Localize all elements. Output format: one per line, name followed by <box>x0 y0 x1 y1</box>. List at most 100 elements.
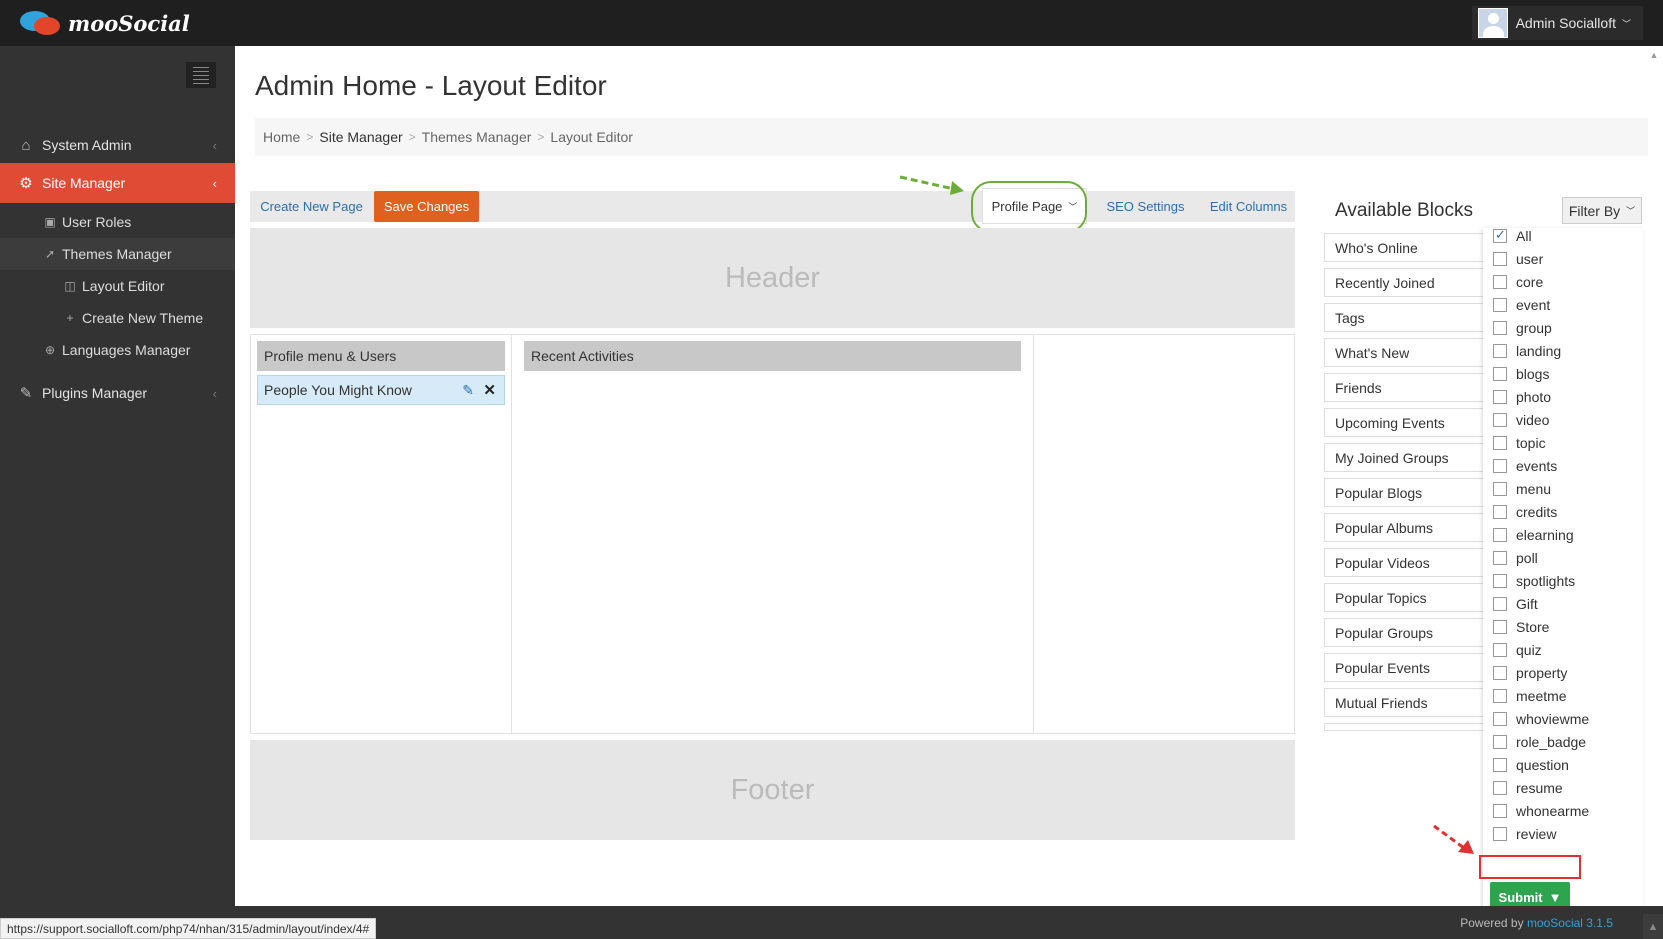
checkbox[interactable] <box>1493 321 1507 335</box>
available-block[interactable]: Tags <box>1324 303 1484 332</box>
highlight-box <box>1479 855 1581 879</box>
scroll-up-arrow-icon[interactable]: ▲ <box>1645 46 1663 64</box>
filter-option-user[interactable]: user <box>1493 248 1543 270</box>
filter-option-meetme[interactable]: meetme <box>1493 685 1567 707</box>
breadcrumb-themes-manager[interactable]: Themes Manager <box>422 129 532 145</box>
sidebar-item-plugins-manager[interactable]: ✎ Plugins Manager ‹ <box>0 373 235 413</box>
block-label: People You Might Know <box>264 382 412 398</box>
available-block[interactable]: Mutual Friends <box>1324 688 1484 717</box>
available-block[interactable]: Popular Events <box>1324 653 1484 682</box>
filter-option-events[interactable]: events <box>1493 455 1557 477</box>
sidebar-item-layout-editor[interactable]: ◫ Layout Editor <box>0 270 235 302</box>
edit-columns-button[interactable]: Edit Columns <box>1202 191 1295 222</box>
filter-option-poll[interactable]: poll <box>1493 547 1538 569</box>
checkbox[interactable] <box>1493 505 1507 519</box>
available-block[interactable]: Popular Blogs <box>1324 478 1484 507</box>
close-icon[interactable]: ✕ <box>483 381 496 399</box>
filter-option-whonearme[interactable]: whonearme <box>1493 800 1589 822</box>
checkbox[interactable] <box>1493 574 1507 588</box>
user-menu[interactable]: Admin Socialloft ﹀ <box>1471 6 1643 40</box>
filter-option-resume[interactable]: resume <box>1493 777 1563 799</box>
filter-by-dropdown[interactable]: Filter By ﹀ <box>1562 197 1642 224</box>
checkbox[interactable] <box>1493 298 1507 312</box>
checkbox[interactable] <box>1493 551 1507 565</box>
available-block[interactable]: Popular Groups <box>1324 618 1484 647</box>
filter-option-label: credits <box>1516 504 1558 520</box>
filter-option-elearning[interactable]: elearning <box>1493 524 1574 546</box>
available-block[interactable]: Popular Topics <box>1324 583 1484 612</box>
checkbox[interactable] <box>1493 436 1507 450</box>
checkbox[interactable] <box>1493 643 1507 657</box>
filter-option-property[interactable]: property <box>1493 662 1567 684</box>
checkbox[interactable] <box>1493 620 1507 634</box>
filter-option-quiz[interactable]: quiz <box>1493 639 1542 661</box>
filter-option-gift[interactable]: Gift <box>1493 593 1538 615</box>
seo-settings-button[interactable]: SEO Settings <box>1093 191 1198 222</box>
filter-option-blogs[interactable]: blogs <box>1493 363 1549 385</box>
filter-option-menu[interactable]: menu <box>1493 478 1551 500</box>
filter-option-credits[interactable]: credits <box>1493 501 1557 523</box>
checkbox[interactable] <box>1493 712 1507 726</box>
filter-option-role-badge[interactable]: role_badge <box>1493 731 1586 753</box>
filter-option-core[interactable]: core <box>1493 271 1543 293</box>
annotation-arrow-icon <box>899 175 964 195</box>
checkbox[interactable] <box>1493 597 1507 611</box>
checkbox[interactable] <box>1493 252 1507 266</box>
checkbox[interactable] <box>1493 482 1507 496</box>
checkbox[interactable] <box>1493 344 1507 358</box>
pencil-icon[interactable]: ✎ <box>462 382 474 399</box>
filter-option-all[interactable]: All <box>1493 225 1532 247</box>
filter-option-question[interactable]: question <box>1493 754 1569 776</box>
layout-block-people-you-might-know[interactable]: People You Might Know ✎ ✕ <box>257 375 505 405</box>
filter-option-video[interactable]: video <box>1493 409 1549 431</box>
checkbox[interactable] <box>1493 758 1507 772</box>
filter-option-review[interactable]: review <box>1493 823 1556 845</box>
checkbox[interactable] <box>1493 528 1507 542</box>
mooSocial-logo[interactable]: mooSocial <box>20 8 190 38</box>
available-block[interactable]: Upcoming Events <box>1324 408 1484 437</box>
sidebar-item-languages-manager[interactable]: ⊕ Languages Manager <box>0 334 235 366</box>
available-block[interactable]: Recently Joined <box>1324 268 1484 297</box>
available-block[interactable]: Who's Online <box>1324 233 1484 262</box>
checkbox[interactable] <box>1493 689 1507 703</box>
checkbox[interactable] <box>1493 804 1507 818</box>
filter-option-photo[interactable]: photo <box>1493 386 1551 408</box>
available-block[interactable]: What's New <box>1324 338 1484 367</box>
filter-option-event[interactable]: event <box>1493 294 1550 316</box>
checkbox[interactable] <box>1493 275 1507 289</box>
breadcrumb-site-manager[interactable]: Site Manager <box>319 129 402 145</box>
available-block[interactable]: Popular Videos <box>1324 548 1484 577</box>
checkbox[interactable] <box>1493 367 1507 381</box>
available-block[interactable]: My Joined Groups <box>1324 443 1484 472</box>
sidebar-item-user-roles[interactable]: ▣ User Roles <box>0 206 235 238</box>
filter-option-group[interactable]: group <box>1493 317 1552 339</box>
menu-toggle-button[interactable] <box>186 62 216 88</box>
checkbox[interactable] <box>1493 390 1507 404</box>
filter-option-spotlights[interactable]: spotlights <box>1493 570 1575 592</box>
checkbox[interactable] <box>1493 666 1507 680</box>
filter-option-whoviewme[interactable]: whoviewme <box>1493 708 1589 730</box>
checkbox[interactable] <box>1493 413 1507 427</box>
available-block[interactable]: Friends <box>1324 373 1484 402</box>
sidebar-item-system-admin[interactable]: ⌂ System Admin ‹ <box>0 125 235 165</box>
powered-by-link[interactable]: mooSocial 3.1.5 <box>1527 916 1613 930</box>
filter-option-store[interactable]: Store <box>1493 616 1549 638</box>
scroll-to-top-icon[interactable]: ▲ <box>1643 914 1663 939</box>
save-changes-button[interactable]: Save Changes <box>374 191 479 222</box>
sidebar-item-create-new-theme[interactable]: + Create New Theme <box>0 302 235 334</box>
filter-option-topic[interactable]: topic <box>1493 432 1546 454</box>
sidebar-item-themes-manager[interactable]: ➚ Themes Manager <box>0 238 235 270</box>
footer-region: Footer <box>250 740 1295 840</box>
available-block[interactable]: Popular Albums <box>1324 513 1484 542</box>
filter-option-landing[interactable]: landing <box>1493 340 1561 362</box>
checkbox[interactable] <box>1493 735 1507 749</box>
create-new-page-button[interactable]: Create New Page <box>250 191 373 222</box>
chevron-left-icon: ‹ <box>212 175 217 191</box>
checkbox[interactable] <box>1493 827 1507 841</box>
home-icon: ⌂ <box>21 136 31 154</box>
sidebar-item-site-manager[interactable]: ⚙ Site Manager ‹ <box>0 163 235 203</box>
checkbox[interactable] <box>1493 781 1507 795</box>
checkbox[interactable] <box>1493 459 1507 473</box>
checkbox[interactable] <box>1493 227 1507 243</box>
breadcrumb-home[interactable]: Home <box>263 129 300 145</box>
